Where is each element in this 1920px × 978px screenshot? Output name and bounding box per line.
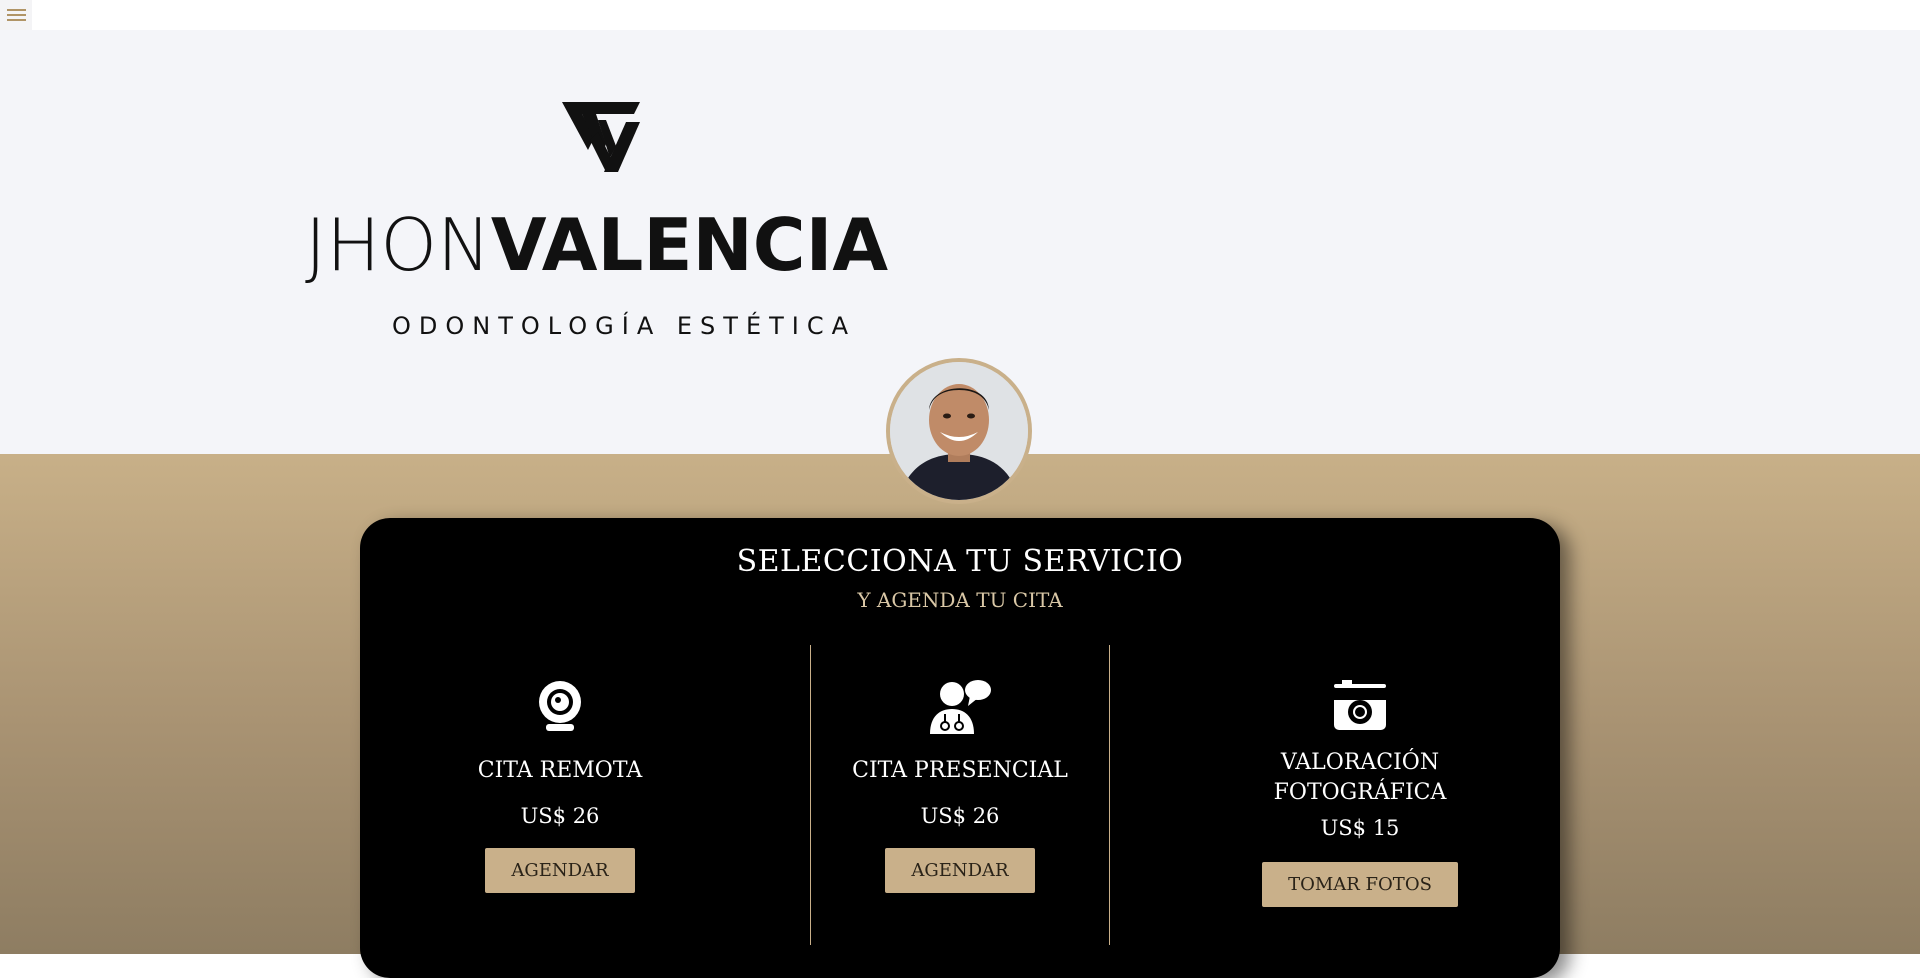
service-valoracion-fotografica: VALORACIÓN FOTOGRÁFICA US$ 15 TOMAR FOTO… xyxy=(1210,678,1510,907)
service-price: US$ 15 xyxy=(1320,816,1400,840)
jv-monogram-logo xyxy=(562,102,640,172)
profile-avatar xyxy=(886,358,1032,504)
webcam-icon xyxy=(539,681,581,731)
profile-photo xyxy=(890,362,1028,500)
services-title: SELECCIONA TU SERVICIO xyxy=(736,544,1184,579)
service-price: US$ 26 xyxy=(920,804,1000,828)
services-subtitle: Y AGENDA TU CITA xyxy=(857,588,1063,612)
brand-tagline: ODONTOLOGÍA ESTÉTICA xyxy=(392,312,857,340)
camera-icon xyxy=(1334,680,1386,730)
brand-name: JHONVALENCIA xyxy=(305,196,905,293)
service-price: US$ 26 xyxy=(520,804,600,828)
service-name: VALORACIÓN FOTOGRÁFICA xyxy=(1210,748,1510,808)
hamburger-icon xyxy=(6,9,26,11)
brand-name-last: VALENCIA xyxy=(490,203,889,287)
brand-name-first: JHON xyxy=(305,203,491,287)
agendar-presencial-button[interactable]: AGENDAR xyxy=(885,848,1035,893)
service-name: CITA PRESENCIAL xyxy=(852,758,1068,783)
doctor-chat-icon xyxy=(930,680,991,734)
service-name-line2: FOTOGRÁFICA xyxy=(1273,780,1447,805)
service-cita-presencial: CITA PRESENCIAL US$ 26 AGENDAR xyxy=(810,678,1110,893)
top-bar xyxy=(0,0,1920,30)
tomar-fotos-button[interactable]: TOMAR FOTOS xyxy=(1262,862,1458,907)
service-name: CITA REMOTA xyxy=(477,758,643,783)
service-cita-remota: CITA REMOTA US$ 26 AGENDAR xyxy=(410,678,710,893)
service-name-line1: VALORACIÓN xyxy=(1280,750,1440,775)
services-card: SELECCIONA TU SERVICIO Y AGENDA TU CITA … xyxy=(360,518,1560,978)
hamburger-menu-button[interactable] xyxy=(0,0,32,30)
agendar-remota-button[interactable]: AGENDAR xyxy=(485,848,635,893)
